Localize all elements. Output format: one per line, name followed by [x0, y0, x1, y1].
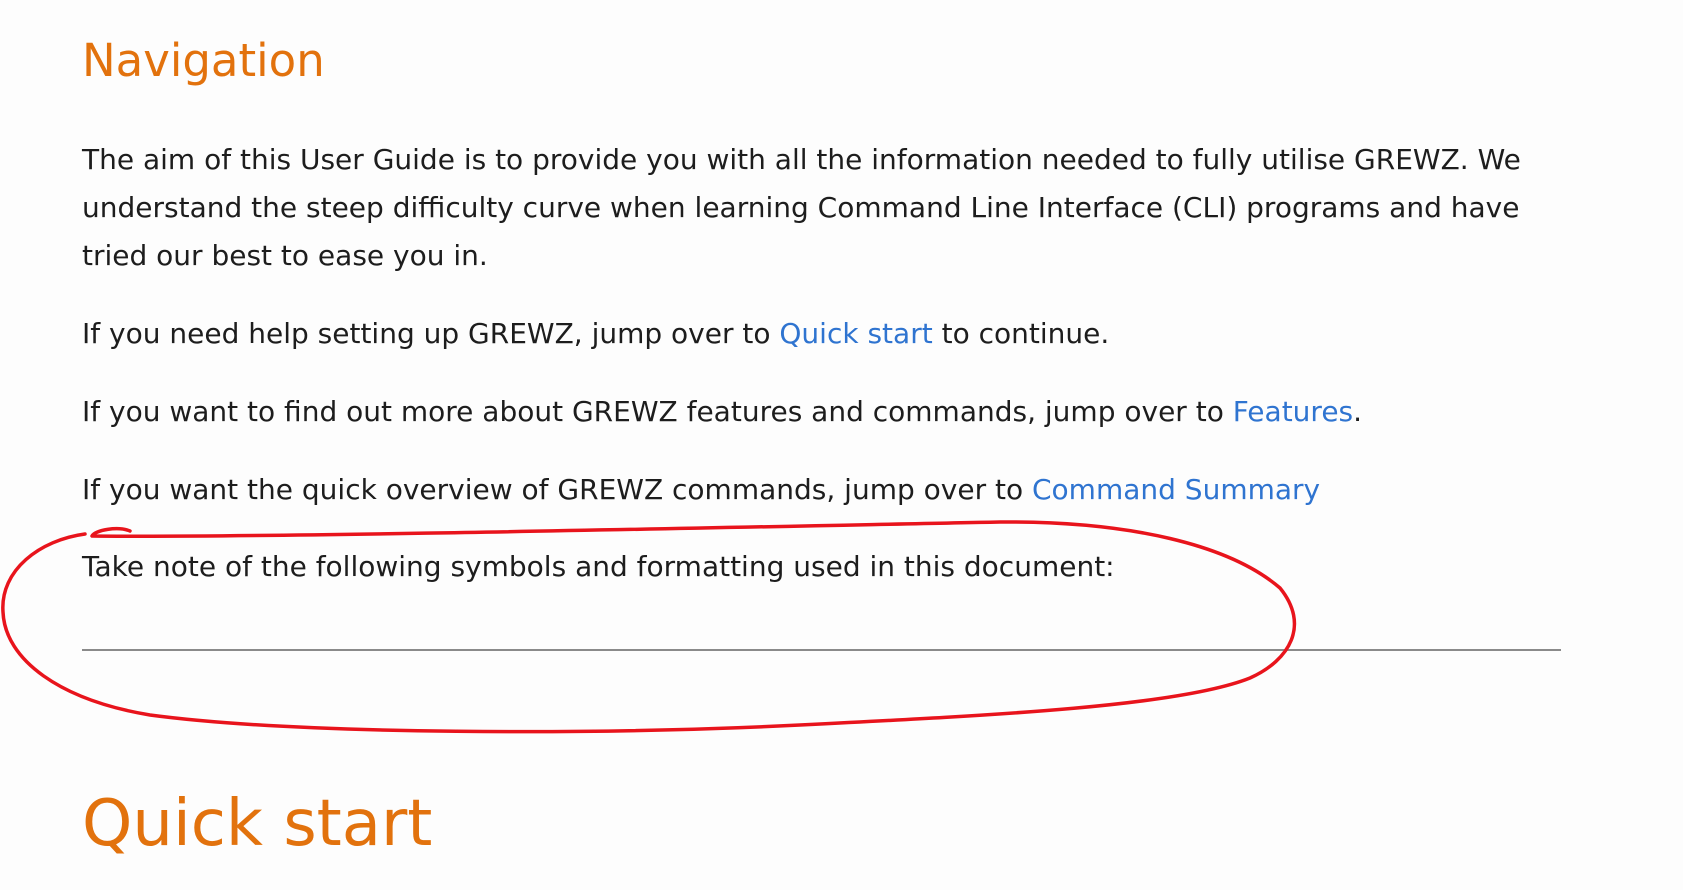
features-text-suffix: .: [1353, 395, 1363, 428]
features-paragraph: If you want to find out more about GREWZ…: [82, 388, 1362, 436]
navigation-heading: Navigation: [82, 34, 325, 87]
features-text-prefix: If you want to find out more about GREWZ…: [82, 395, 1233, 428]
setup-text-prefix: If you need help setting up GREWZ, jump …: [82, 317, 780, 350]
summary-text-prefix: If you want the quick overview of GREWZ …: [82, 473, 1032, 506]
summary-paragraph: If you want the quick overview of GREWZ …: [82, 466, 1320, 514]
quick-start-link[interactable]: Quick start: [779, 317, 932, 350]
command-summary-link[interactable]: Command Summary: [1032, 473, 1320, 506]
intro-line-2: understand the steep difficulty curve wh…: [82, 191, 1520, 224]
quick-start-heading: Quick start: [82, 787, 433, 861]
setup-text-suffix: to continue.: [932, 317, 1110, 350]
intro-paragraph: The aim of this User Guide is to provide…: [82, 136, 1521, 280]
features-link[interactable]: Features: [1233, 395, 1353, 428]
setup-paragraph: If you need help setting up GREWZ, jump …: [82, 310, 1109, 358]
intro-line-1: The aim of this User Guide is to provide…: [82, 143, 1521, 176]
formatting-note: Take note of the following symbols and f…: [82, 550, 1115, 583]
document-content: Navigation The aim of this User Guide is…: [0, 0, 1683, 890]
intro-line-3: tried our best to ease you in.: [82, 239, 488, 272]
horizontal-rule: [82, 649, 1561, 651]
